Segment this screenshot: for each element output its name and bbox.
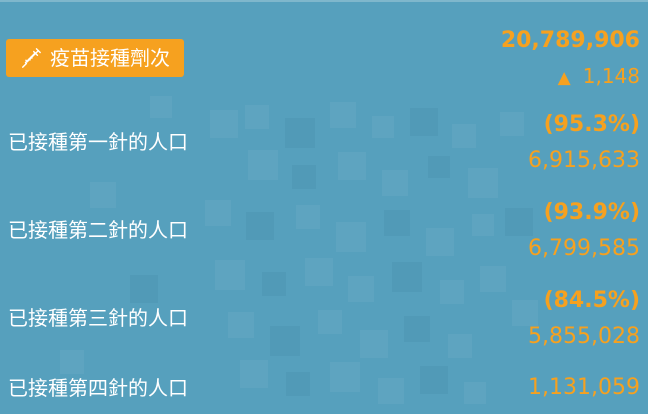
row-count-dose-3: 5,855,028 [528, 324, 640, 349]
daily-increase: ▲ 1,148 [558, 64, 640, 88]
row-count-dose-2: 6,799,585 [528, 236, 640, 261]
row-label-dose-1: 已接種第一針的人口 [8, 130, 188, 154]
syringe-icon [22, 48, 41, 68]
daily-increase-value: 1,148 [582, 64, 640, 88]
vaccination-stats-panel: 疫苗接種劑次 20,789,906 ▲ 1,148 已接種第一針的人口 (95.3… [0, 0, 648, 414]
row-percent-dose-2: (93.9%) [543, 200, 640, 225]
vaccine-doses-badge[interactable]: 疫苗接種劑次 [6, 39, 184, 77]
top-strip [0, 0, 648, 2]
row-label-dose-4: 已接種第四針的人口 [8, 376, 188, 400]
up-arrow-icon: ▲ [557, 68, 571, 88]
row-percent-dose-1: (95.3%) [543, 112, 640, 137]
row-label-dose-2: 已接種第二針的人口 [8, 218, 188, 242]
row-percent-dose-3: (84.5%) [543, 288, 640, 313]
row-count-dose-4: 1,131,059 [528, 375, 640, 400]
total-doses-value: 20,789,906 [500, 28, 640, 53]
badge-label: 疫苗接種劑次 [50, 46, 170, 70]
row-label-dose-3: 已接種第三針的人口 [8, 306, 188, 330]
row-count-dose-1: 6,915,633 [528, 148, 640, 173]
